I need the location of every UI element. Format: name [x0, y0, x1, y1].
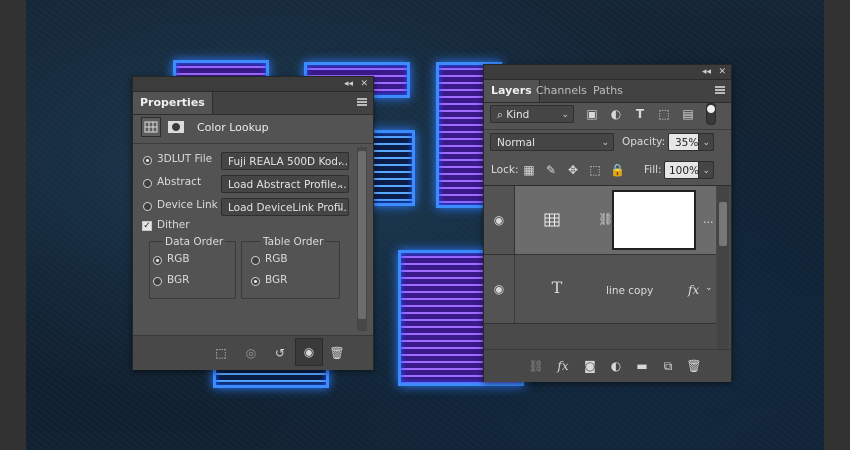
lock-all-icon[interactable]: 🔒 [610, 163, 625, 177]
device-link-dropdown[interactable]: Load DeviceLink Profil... ⌄ [221, 198, 349, 216]
panel-header-bar: ◂◂ ✕ [484, 65, 731, 80]
filter-shape-layers-icon[interactable]: ⬚ [656, 107, 672, 121]
eye-icon[interactable]: ◉ [491, 213, 507, 227]
properties-panel: ◂◂ ✕ Properties Color Lookup 3DLUT File … [132, 76, 374, 370]
eye-icon[interactable]: ◉ [491, 282, 507, 296]
lock-label: Lock: [491, 164, 519, 176]
opacity-slider-button[interactable]: ⌄ [698, 133, 714, 151]
divider [484, 129, 731, 130]
ellipsis-icon: … [703, 214, 714, 226]
data-order-group [149, 241, 236, 299]
label-data-order-rgb: RGB [167, 253, 190, 265]
new-layer-icon[interactable]: ⧉ [660, 359, 676, 373]
radio-table-order-bgr[interactable] [251, 277, 260, 286]
abstract-profile-dropdown[interactable]: Load Abstract Profile... ⌄ [221, 175, 349, 193]
table-order-title: Table Order [261, 236, 326, 248]
close-icon[interactable]: ✕ [718, 65, 726, 79]
lock-transparent-pixels-icon[interactable]: ▦ [522, 163, 536, 177]
close-icon[interactable]: ✕ [360, 77, 368, 91]
divider [133, 143, 373, 144]
filter-adjustment-layers-icon[interactable]: ◐ [608, 107, 624, 121]
fill-input[interactable]: 100% [664, 161, 700, 179]
layer-visibility-cell[interactable]: ◉ [484, 255, 515, 323]
tab-paths[interactable]: Paths [586, 80, 630, 102]
lock-image-pixels-icon[interactable]: ✎ [544, 163, 558, 177]
properties-footer: ⬚ ◎ ↺ ◉ 🗑 [133, 335, 373, 370]
layers-scrollbar[interactable] [717, 186, 729, 350]
search-icon: ⌕ [497, 109, 507, 121]
filter-type-layers-icon[interactable]: T [632, 107, 648, 121]
link-layers-icon[interactable]: ⛓ [528, 359, 544, 373]
lock-artboard-icon[interactable]: ⬚ [588, 163, 602, 177]
text-layer-icon: T [551, 278, 563, 297]
label-abstract: Abstract [157, 176, 202, 188]
fill-slider-button[interactable]: ⌄ [698, 161, 714, 179]
layers-panel: ◂◂ ✕ Layers Channels Paths ⌕ Kind ⌄ ▣ ◐ T… [483, 64, 732, 382]
mask-icon[interactable] [167, 118, 185, 136]
view-previous-state-icon[interactable]: ◎ [241, 346, 261, 360]
layer-effects-fx-icon[interactable]: fx [688, 283, 699, 297]
grid-adjustment-icon [141, 117, 161, 137]
collapse-icon[interactable]: ◂◂ [702, 65, 711, 79]
radio-3dlut-file[interactable] [143, 156, 152, 165]
properties-tabbar: Properties [133, 92, 373, 115]
delete-layer-trash-icon[interactable]: 🗑 [686, 359, 702, 373]
layers-tabbar: Layers Channels Paths [484, 80, 731, 103]
new-adjustment-layer-icon[interactable]: ◐ [608, 359, 624, 373]
tab-properties[interactable]: Properties [133, 92, 213, 114]
new-group-folder-icon[interactable]: ▬ [634, 359, 650, 373]
clip-to-layer-icon[interactable]: ⬚ [211, 346, 231, 360]
layers-list: ◉ ⛓ … ◉ T line copy fx ⌄ [484, 185, 731, 350]
opacity-label: Opacity: [622, 136, 666, 148]
label-data-order-bgr: BGR [167, 274, 190, 286]
link-chain-icon[interactable]: ⛓ [598, 212, 613, 226]
reset-icon[interactable]: ↺ [270, 346, 290, 360]
panel-header-bar: ◂◂ ✕ [133, 77, 373, 92]
scrollbar-thumb[interactable] [358, 151, 366, 319]
layers-footer: ⛓ fx ◙ ◐ ▬ ⧉ 🗑 [484, 349, 731, 382]
adjustment-title: Color Lookup [197, 121, 269, 134]
collapse-icon[interactable]: ◂◂ [344, 77, 353, 91]
label-table-order-bgr: BGR [265, 274, 288, 286]
radio-device-link[interactable] [143, 202, 152, 211]
properties-scrollbar[interactable] [357, 147, 367, 331]
expand-effects-chevron-icon[interactable]: ⌄ [705, 283, 713, 293]
eye-icon: ◉ [303, 345, 315, 359]
dither-checkbox[interactable]: ✓ [142, 221, 152, 231]
radio-data-order-rgb[interactable] [153, 256, 162, 265]
panel-menu-icon[interactable] [715, 86, 725, 94]
layer-visibility-cell[interactable]: ◉ [484, 186, 515, 254]
tab-channels[interactable]: Channels [529, 80, 594, 102]
layer-thumb-adjustment[interactable] [544, 212, 560, 228]
filter-pixel-layers-icon[interactable]: ▣ [584, 107, 600, 121]
layer-name[interactable]: line copy [606, 285, 653, 297]
radio-table-order-rgb[interactable] [251, 256, 260, 265]
layer-row-adjustment[interactable]: ◉ ⛓ … [484, 186, 716, 255]
layer-row-text[interactable]: ◉ T line copy fx ⌄ [484, 255, 716, 324]
visibility-toggle-button[interactable]: ◉ [295, 338, 323, 366]
adjustment-title-row: Color Lookup [141, 117, 363, 139]
3dlut-file-dropdown[interactable]: Fuji REALA 500D Kod... ⌄ [221, 152, 349, 170]
label-device-link: Device Link [157, 199, 218, 211]
fill-label: Fill: [644, 164, 662, 176]
table-order-group [241, 241, 340, 299]
radio-abstract[interactable] [143, 179, 152, 188]
scrollbar-thumb[interactable] [719, 202, 727, 246]
trash-icon[interactable]: 🗑 [327, 346, 347, 360]
label-dither: Dither [157, 219, 190, 231]
label-table-order-rgb: RGB [265, 253, 288, 265]
data-order-title: Data Order [163, 236, 226, 248]
panel-menu-icon[interactable] [357, 98, 367, 106]
filter-toggle-switch[interactable] [706, 103, 716, 125]
add-layer-style-fx-icon[interactable]: fx [554, 359, 572, 373]
layer-filter-kind-dropdown[interactable]: ⌕ Kind ⌄ [490, 105, 574, 123]
add-layer-mask-icon[interactable]: ◙ [582, 359, 598, 373]
radio-data-order-bgr[interactable] [153, 277, 162, 286]
layer-mask-thumbnail[interactable] [612, 190, 696, 250]
filter-smart-objects-icon[interactable]: ▤ [680, 107, 696, 121]
blend-mode-dropdown[interactable]: Normal ⌄ [490, 133, 614, 151]
lock-position-icon[interactable]: ✥ [566, 163, 580, 177]
filter-toggle-knob [707, 105, 715, 113]
label-3dlut-file: 3DLUT File [157, 153, 213, 165]
